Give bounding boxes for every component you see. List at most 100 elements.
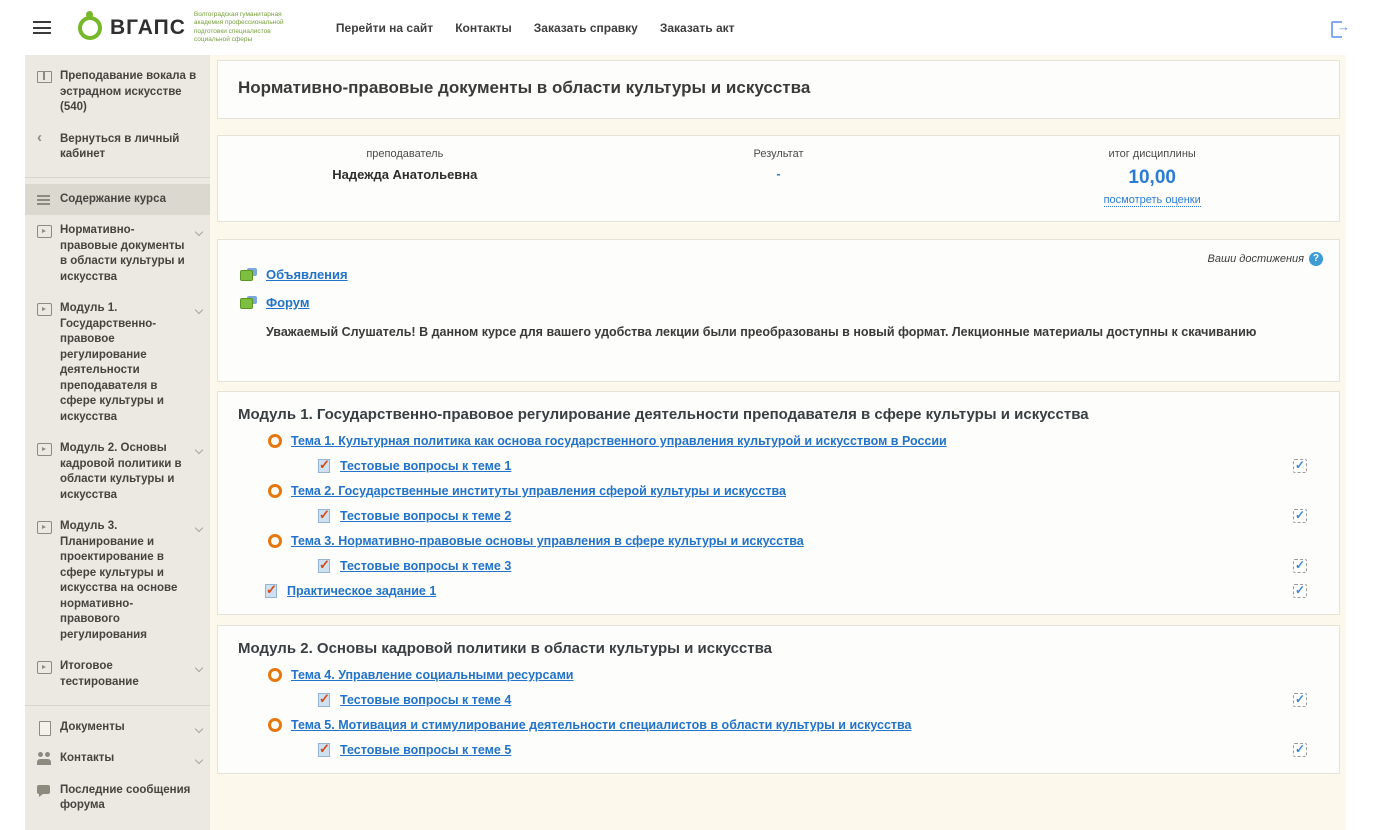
topic-row: Тема 4. Управление социальными ресурсами [268, 668, 1321, 682]
sidebar-item-instructions[interactable]: Инструкции [25, 822, 210, 830]
users-icon [37, 752, 52, 766]
top-bar: ВГАПС Волгоградская гуманитарная академи… [0, 0, 1390, 55]
total-grade: 10,00 [965, 167, 1339, 189]
play-square-icon [37, 660, 52, 674]
topic-link[interactable]: Тема 2. Государственные институты управл… [291, 484, 786, 498]
comment-icon [37, 784, 52, 798]
logo-tagline: Волгоградская гуманитарная академия проф… [194, 11, 304, 44]
quiz-link[interactable]: Тестовые вопросы к теме 1 [340, 459, 511, 473]
forum-link[interactable]: Форум [266, 295, 309, 310]
completion-checkbox-icon[interactable] [1293, 559, 1307, 573]
topic-ring-icon [268, 434, 282, 448]
sidebar-item-contacts[interactable]: Контакты [25, 743, 210, 775]
nav-order-act[interactable]: Заказать акт [660, 21, 735, 35]
sidebar-item-final-test[interactable]: Итоговое тестирование [25, 651, 210, 698]
total-label: итог дисциплины [965, 148, 1339, 160]
teacher-label: преподаватель [218, 148, 592, 160]
result-column: Результат - [592, 148, 966, 208]
sidebar-back-to-cabinet[interactable]: ‹ Вернуться в личный кабинет [25, 124, 210, 171]
chevron-left-icon: ‹ [37, 133, 52, 147]
sidebar-item-module-3[interactable]: Модуль 3. Планирование и проектирование … [25, 511, 210, 651]
sidebar-item-normative-documents[interactable]: Нормативно-правовые документы в области … [25, 215, 210, 293]
sidebar-item-course-contents[interactable]: Содержание курса [25, 184, 210, 216]
assignment-link[interactable]: Практическое задание 1 [287, 584, 436, 598]
topic-link[interactable]: Тема 4. Управление социальными ресурсами [291, 668, 574, 682]
course-notice: Уважаемый Слушатель! В данном курсе для … [266, 325, 1321, 339]
logout-icon[interactable] [1331, 20, 1348, 35]
topic-link[interactable]: Тема 3. Нормативно-правовые основы управ… [291, 534, 804, 548]
module-title: Модуль 1. Государственно-правовое регули… [238, 406, 1321, 423]
chevron-down-icon [195, 306, 203, 314]
module-1-card: Модуль 1. Государственно-правовое регули… [217, 391, 1340, 615]
play-square-icon [37, 302, 52, 316]
nav-order-certificate[interactable]: Заказать справку [534, 21, 638, 35]
sidebar-item-latest-forum-posts[interactable]: Последние сообщения форума [25, 775, 210, 822]
quiz-check-icon [265, 584, 277, 598]
teacher-name: Надежда Анатольевна [218, 167, 592, 182]
sidebar-item-module-1[interactable]: Модуль 1. Государственно-правовое регули… [25, 293, 210, 433]
sidebar-course-title[interactable]: Преподавание вокала в эстрадном искусств… [25, 61, 210, 124]
quiz-check-icon [318, 693, 330, 707]
course-info-card: преподаватель Надежда Анатольевна Резуль… [217, 135, 1340, 222]
hamburger-menu-icon[interactable] [33, 21, 51, 34]
quiz-check-icon [318, 509, 330, 523]
course-title-card: Нормативно-правовые документы в области … [217, 60, 1340, 119]
assignment-row: Практическое задание 1 [265, 584, 1321, 598]
announcements-link[interactable]: Объявления [266, 267, 348, 282]
chevron-down-icon [195, 446, 203, 454]
quiz-check-icon [318, 743, 330, 757]
quiz-check-icon [318, 459, 330, 473]
help-badge-icon[interactable]: ? [1309, 252, 1323, 266]
play-square-icon [37, 520, 52, 534]
completion-checkbox-icon[interactable] [1293, 459, 1307, 473]
quiz-row: Тестовые вопросы к теме 5 [318, 743, 1321, 757]
completion-checkbox-icon[interactable] [1293, 693, 1307, 707]
teacher-column: преподаватель Надежда Анатольевна [218, 148, 592, 208]
chevron-down-icon [195, 228, 203, 236]
top-nav: Перейти на сайт Контакты Заказать справк… [336, 21, 735, 35]
quiz-link[interactable]: Тестовые вопросы к теме 5 [340, 743, 511, 757]
topic-ring-icon [268, 534, 282, 548]
quiz-row: Тестовые вопросы к теме 3 [318, 559, 1321, 573]
achievements-label: Ваши достижения [1208, 253, 1304, 265]
completion-checkbox-icon[interactable] [1293, 584, 1307, 598]
topic-link[interactable]: Тема 5. Мотивация и стимулирование деяте… [291, 718, 911, 732]
completion-checkbox-icon[interactable] [1293, 509, 1307, 523]
logo[interactable]: ВГАПС Волгоградская гуманитарная академи… [78, 11, 304, 44]
topic-row: Тема 2. Государственные институты управл… [268, 484, 1321, 498]
quiz-link[interactable]: Тестовые вопросы к теме 4 [340, 693, 511, 707]
sidebar-item-documents[interactable]: Документы [25, 712, 210, 744]
page-title: Нормативно-правовые документы в области … [238, 78, 1319, 98]
chevron-down-icon [195, 756, 203, 764]
topic-link[interactable]: Тема 1. Культурная политика как основа г… [291, 434, 947, 448]
sidebar-item-module-2[interactable]: Модуль 2. Основы кадровой политики в обл… [25, 433, 210, 511]
completion-checkbox-icon[interactable] [1293, 743, 1307, 757]
nav-contacts[interactable]: Контакты [455, 21, 512, 35]
logo-name: ВГАПС [110, 16, 186, 40]
sidebar: Преподавание вокала в эстрадном искусств… [25, 55, 210, 830]
forum-bubbles-icon [240, 296, 257, 310]
chevron-down-icon [195, 724, 203, 732]
quiz-link[interactable]: Тестовые вопросы к теме 2 [340, 509, 511, 523]
topic-row: Тема 5. Мотивация и стимулирование деяте… [268, 718, 1321, 732]
main-area: Преподавание вокала в эстрадном искусств… [25, 55, 1346, 830]
sidebar-divider [25, 705, 210, 706]
result-label: Результат [592, 148, 966, 160]
quiz-check-icon [318, 559, 330, 573]
result-value: - [592, 167, 966, 181]
play-square-icon [37, 442, 52, 456]
module-2-card: Модуль 2. Основы кадровой политики в обл… [217, 625, 1340, 774]
module-title: Модуль 2. Основы кадровой политики в обл… [238, 640, 1321, 657]
forum-row: Форум [240, 295, 1321, 310]
topic-row: Тема 1. Культурная политика как основа г… [268, 434, 1321, 448]
logo-icon [78, 16, 102, 40]
topic-ring-icon [268, 668, 282, 682]
content-area: Нормативно-правовые документы в области … [210, 55, 1346, 830]
course-overview-card: Ваши достижения ? Объявления Форум Уважа… [217, 239, 1340, 382]
quiz-link[interactable]: Тестовые вопросы к теме 3 [340, 559, 511, 573]
view-grades-link[interactable]: посмотреть оценки [1104, 194, 1201, 207]
sidebar-divider [25, 177, 210, 178]
play-square-icon [37, 224, 52, 238]
announcements-row: Объявления [240, 267, 1321, 282]
nav-go-to-site[interactable]: Перейти на сайт [336, 21, 433, 35]
